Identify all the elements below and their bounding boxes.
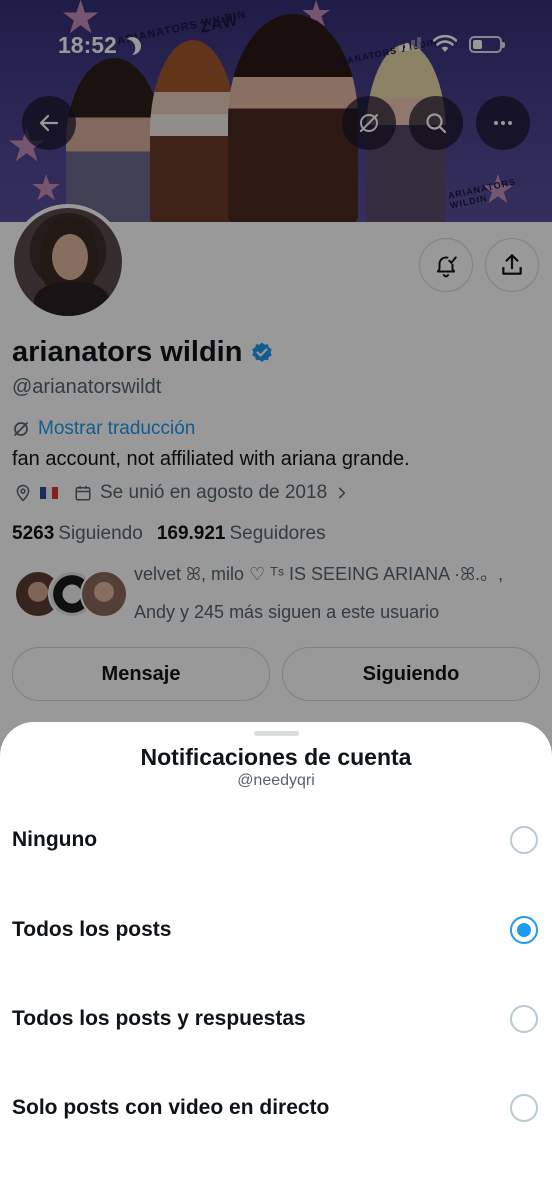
option-none[interactable]: Ninguno: [0, 800, 552, 880]
sheet-drag-handle[interactable]: [254, 731, 299, 736]
sheet-title: Notificaciones de cuenta: [140, 744, 412, 770]
option-label: Ninguno: [12, 828, 98, 851]
option-posts-and-replies[interactable]: Todos los posts y respuestas: [0, 979, 552, 1059]
radio-button[interactable]: [510, 1005, 538, 1033]
radio-button[interactable]: [510, 826, 538, 854]
option-live-video-only[interactable]: Solo posts con video en directo: [0, 1068, 552, 1148]
radio-button-selected[interactable]: [510, 916, 538, 944]
option-label: Solo posts con video en directo: [12, 1096, 330, 1119]
radio-button[interactable]: [510, 1094, 538, 1122]
option-all-posts[interactable]: Todos los posts: [0, 890, 552, 970]
sheet-subtitle: @needyqri: [237, 772, 315, 789]
option-label: Todos los posts: [12, 918, 172, 941]
option-label: Todos los posts y respuestas: [12, 1007, 306, 1030]
account-notifications-sheet: Notificaciones de cuenta @needyqri Ningu…: [0, 722, 552, 1200]
